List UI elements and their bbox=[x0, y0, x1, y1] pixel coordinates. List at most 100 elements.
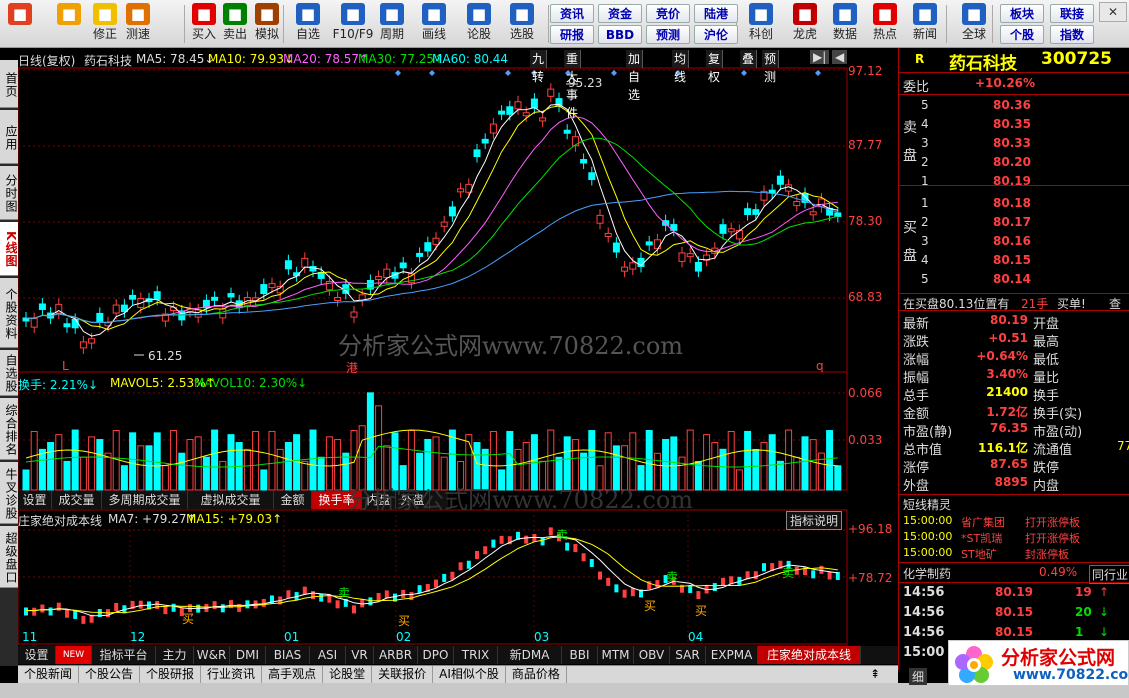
indicator-tab[interactable]: EXPMA bbox=[706, 646, 758, 664]
toolbar-small-button[interactable]: 资讯 bbox=[550, 4, 594, 23]
volume-tab[interactable]: 成交量 bbox=[52, 491, 102, 509]
toolbar-small-button[interactable]: 指数 bbox=[1050, 25, 1094, 44]
indicator-tab[interactable]: ARBR bbox=[374, 646, 418, 664]
toolbar-back-arrow-button[interactable]: ■ bbox=[52, 2, 86, 46]
side-tab[interactable]: K线图 bbox=[0, 222, 18, 276]
indicator-tab[interactable]: VR bbox=[346, 646, 374, 664]
indicator-tab[interactable]: ASI bbox=[310, 646, 346, 664]
price-tool-button[interactable]: 叠 bbox=[740, 50, 758, 68]
jingling-stock[interactable]: *ST凯瑞 bbox=[961, 530, 1002, 546]
bottom-tab[interactable]: 关联报价 bbox=[372, 666, 434, 683]
indicator-tab[interactable]: W&R bbox=[194, 646, 230, 664]
toolbar-document-button[interactable]: ■ F10/F9 bbox=[332, 2, 374, 46]
bottom-tab[interactable]: 个股研报 bbox=[140, 666, 202, 683]
jingling-stock[interactable]: 省广集团 bbox=[961, 514, 1005, 530]
price-tool-button[interactable]: 复权 bbox=[706, 50, 724, 84]
toolbar-small-button[interactable]: BBD bbox=[598, 25, 642, 44]
toolbar-repair-button[interactable]: ■ 修正 bbox=[90, 2, 120, 46]
indicator-tab[interactable]: 主力 bbox=[156, 646, 194, 664]
indicator-tab[interactable]: 新DMA bbox=[498, 646, 562, 664]
toolbar-chart-board-button[interactable]: ■ 科创 bbox=[742, 2, 780, 46]
toolbar-pe-button[interactable]: ■ 数据 bbox=[826, 2, 864, 46]
toolbar-small-button[interactable]: 预测 bbox=[646, 25, 690, 44]
price-tool-button[interactable]: 九转 bbox=[530, 50, 548, 84]
toolbar-small-button[interactable]: 资金 bbox=[598, 4, 642, 23]
bottom-tab[interactable]: 高手观点 bbox=[262, 666, 324, 683]
bottom-tab[interactable]: 个股公告 bbox=[79, 666, 141, 683]
price-tool-button[interactable]: 均线 bbox=[672, 50, 690, 84]
side-tab[interactable]: 个股资料 bbox=[0, 278, 18, 348]
indicator-tab[interactable]: TRIX bbox=[454, 646, 498, 664]
toolbar-small-button[interactable]: 沪伦 bbox=[694, 25, 738, 44]
indicator-tab[interactable]: OBV bbox=[634, 646, 670, 664]
indicator-tab[interactable]: 指标平台 bbox=[92, 646, 156, 664]
toolbar-cycle-button[interactable]: ■ 周期 bbox=[374, 2, 410, 46]
toolbar-hammer-button[interactable]: ■ 模拟 bbox=[252, 2, 282, 46]
toolbar-small-button[interactable]: 陆港 bbox=[694, 4, 738, 23]
toolbar-small-button[interactable]: 研报 bbox=[550, 25, 594, 44]
side-tab[interactable]: 自选股 bbox=[0, 350, 18, 396]
indicator-tab[interactable]: BIAS bbox=[266, 646, 310, 664]
side-tab[interactable]: 牛叉诊股 bbox=[0, 462, 18, 524]
toolbar-pencil-button[interactable]: ■ 画线 bbox=[414, 2, 454, 46]
ask-level: 2 bbox=[921, 155, 929, 169]
bottom-tab[interactable]: 论股堂 bbox=[323, 666, 373, 683]
indicator-tab[interactable]: DMI bbox=[230, 646, 266, 664]
jingling-stock[interactable]: ST地矿 bbox=[961, 546, 997, 562]
ask-price: 80.33 bbox=[993, 136, 1031, 150]
volume-tab[interactable]: 金额 bbox=[274, 491, 312, 509]
bottom-tab[interactable]: 商品价格 bbox=[506, 666, 567, 683]
toolbar-discuss-button[interactable]: ■ 论股 bbox=[462, 2, 496, 46]
volume-tab[interactable]: 多周期成交量 bbox=[102, 491, 188, 509]
indicator-tab[interactable]: SAR bbox=[670, 646, 706, 664]
toolbar-briefcase-button[interactable]: ■ 自选 bbox=[290, 2, 326, 46]
bottom-tab[interactable]: 个股新闻 bbox=[18, 666, 80, 683]
indicator-tab[interactable]: MTM bbox=[598, 646, 634, 664]
toolbar-small-button[interactable]: 个股 bbox=[1000, 25, 1044, 44]
volume-bar bbox=[366, 392, 374, 491]
side-tab[interactable]: 综合排名 bbox=[0, 398, 18, 460]
indicator-help-button[interactable]: 指标说明 bbox=[786, 511, 843, 530]
indicator-tab[interactable]: 庄家绝对成本线 bbox=[758, 646, 861, 664]
indicator-bar bbox=[532, 534, 537, 543]
bottom-tab[interactable]: 行业资讯 bbox=[201, 666, 263, 683]
toolbar-hot-button[interactable]: ■ 热点 bbox=[866, 2, 904, 46]
toolbar-dragon-button[interactable]: ■ 龙虎 bbox=[786, 2, 824, 46]
toolbar-buy-button[interactable]: ■ 买入 bbox=[190, 2, 218, 46]
indicator-tab[interactable]: NEW bbox=[56, 646, 92, 664]
side-tab[interactable]: 首页 bbox=[0, 60, 18, 108]
side-tab[interactable]: 应用 bbox=[0, 110, 18, 164]
indicator-tab[interactable]: 设置 bbox=[18, 646, 56, 664]
volume-tab[interactable]: 设置 bbox=[18, 491, 52, 509]
toolbar-grid-button[interactable]: ■ bbox=[2, 2, 38, 46]
indicator-bar bbox=[753, 571, 758, 580]
candle-body bbox=[260, 284, 268, 295]
toolbar-sell-button[interactable]: ■ 卖出 bbox=[220, 2, 250, 46]
price-tool-button[interactable]: 重大事件 bbox=[564, 50, 582, 120]
indicator-tab[interactable]: BBI bbox=[562, 646, 598, 664]
play-icon[interactable]: ▶| bbox=[810, 50, 830, 64]
price-tool-button[interactable]: 加自选 bbox=[626, 50, 644, 102]
indicator-bar bbox=[573, 544, 578, 553]
scroll-top-icon[interactable]: ⇞ bbox=[864, 666, 886, 683]
toolbar-small-button[interactable]: 联接 bbox=[1050, 4, 1094, 23]
toolbar-news-button[interactable]: ■ 新闻 bbox=[906, 2, 944, 46]
toolbar-globe-button[interactable]: ■ 全球 bbox=[952, 2, 996, 46]
detail-button[interactable]: 细 bbox=[909, 668, 928, 685]
toolbar-clock-button[interactable]: ■ 测速 bbox=[122, 2, 154, 46]
price-tool-button[interactable]: 预测 bbox=[762, 50, 780, 84]
bottom-tab[interactable]: AI相似个股 bbox=[433, 666, 506, 683]
indicator-tab[interactable]: DPO bbox=[418, 646, 454, 664]
side-tab[interactable]: 分时图 bbox=[0, 166, 18, 220]
kline-chart-area[interactable]: 日线(复权) 药石科技 MA5: 78.45↓ MA10: 79.93↓ MA2… bbox=[17, 48, 898, 668]
volume-tab[interactable]: 虚拟成交量 bbox=[188, 491, 274, 509]
indicator-bar bbox=[261, 598, 266, 607]
toolbar-small-button[interactable]: 板块 bbox=[1000, 4, 1044, 23]
toolbar-search-stock-button[interactable]: ■ 选股 bbox=[500, 2, 544, 46]
toolbar-small-button[interactable]: 竞价 bbox=[646, 4, 690, 23]
close-button[interactable]: ✕ bbox=[1099, 2, 1127, 22]
sector-name[interactable]: 化学制药 bbox=[903, 565, 951, 582]
side-tab[interactable]: 超级盘口 bbox=[0, 526, 18, 588]
candle-body bbox=[448, 206, 456, 217]
expand-icon[interactable]: ◀ bbox=[832, 50, 848, 64]
